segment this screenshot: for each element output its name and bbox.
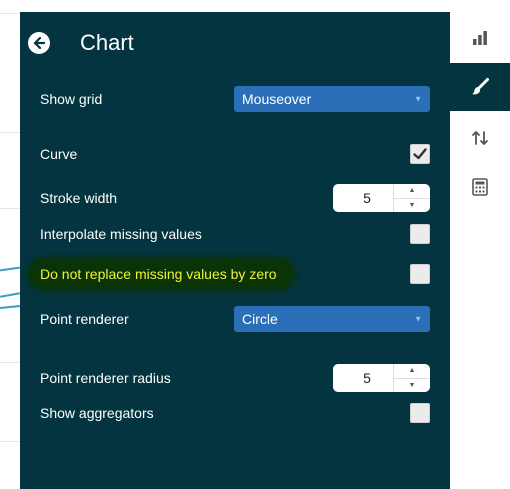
point-renderer-radius-label: Point renderer radius bbox=[40, 370, 171, 386]
point-renderer-radius-value[interactable]: 5 bbox=[333, 364, 393, 392]
point-renderer-radius-stepper[interactable]: 5 ▲ ▼ bbox=[333, 364, 430, 392]
increment-up-icon[interactable]: ▲ bbox=[394, 364, 430, 378]
background-gridline bbox=[0, 441, 20, 442]
calculator-icon bbox=[472, 178, 488, 196]
decrement-down-icon[interactable]: ▼ bbox=[394, 377, 430, 393]
side-toolbar bbox=[450, 12, 510, 489]
back-button[interactable] bbox=[28, 32, 50, 54]
interpolate-missing-label: Interpolate missing values bbox=[40, 226, 202, 242]
background-gridline bbox=[0, 362, 20, 363]
sort-tab[interactable] bbox=[450, 114, 510, 162]
checkmark-icon bbox=[413, 148, 427, 160]
paintbrush-icon bbox=[472, 78, 489, 95]
stroke-width-stepper[interactable]: 5 ▲ ▼ bbox=[333, 184, 430, 212]
panel-title: Chart bbox=[80, 30, 134, 55]
do-not-replace-missing-row: Do not replace missing values by zero bbox=[20, 259, 450, 289]
chevron-down-icon: ▼ bbox=[414, 94, 422, 104]
show-aggregators-checkbox[interactable] bbox=[410, 403, 430, 423]
show-grid-label: Show grid bbox=[40, 91, 103, 107]
decrement-down-icon[interactable]: ▼ bbox=[394, 197, 430, 213]
background-gridline bbox=[0, 208, 20, 209]
background-gridline bbox=[0, 132, 20, 133]
curve-row: Curve bbox=[20, 139, 450, 169]
point-renderer-radius-row: Point renderer radius 5 ▲ ▼ bbox=[20, 363, 450, 393]
stroke-width-label: Stroke width bbox=[40, 190, 118, 206]
arrow-left-icon bbox=[33, 36, 46, 50]
chart-type-tab[interactable] bbox=[450, 14, 510, 62]
show-aggregators-row: Show aggregators bbox=[20, 398, 450, 428]
show-aggregators-label: Show aggregators bbox=[40, 405, 154, 421]
point-renderer-label: Point renderer bbox=[40, 311, 129, 327]
stroke-width-value[interactable]: 5 bbox=[333, 184, 393, 212]
show-grid-value: Mouseover bbox=[242, 91, 312, 107]
sort-arrows-icon bbox=[472, 131, 488, 145]
point-renderer-select[interactable]: Circle ▼ bbox=[234, 306, 430, 332]
stepper-buttons: ▲ ▼ bbox=[393, 184, 430, 212]
interpolate-missing-row: Interpolate missing values bbox=[20, 219, 450, 249]
background-gridline bbox=[0, 13, 20, 14]
show-grid-row: Show grid Mouseover ▼ bbox=[20, 84, 450, 114]
curve-label: Curve bbox=[40, 146, 78, 162]
do-not-replace-missing-checkbox[interactable] bbox=[410, 264, 430, 284]
background-chart-area bbox=[0, 0, 20, 489]
point-renderer-row: Point renderer Circle ▼ bbox=[20, 304, 450, 334]
show-grid-select[interactable]: Mouseover ▼ bbox=[234, 86, 430, 112]
panel-header: Chart bbox=[28, 28, 134, 58]
calculations-tab[interactable] bbox=[450, 163, 510, 211]
curve-checkbox[interactable] bbox=[410, 144, 430, 164]
interpolate-missing-checkbox[interactable] bbox=[410, 224, 430, 244]
increment-up-icon[interactable]: ▲ bbox=[394, 184, 430, 198]
stepper-buttons: ▲ ▼ bbox=[393, 364, 430, 392]
chart-style-tab[interactable] bbox=[450, 63, 510, 111]
stroke-width-row: Stroke width 5 ▲ ▼ bbox=[20, 183, 450, 213]
chevron-down-icon: ▼ bbox=[414, 314, 422, 324]
point-renderer-value: Circle bbox=[242, 311, 278, 327]
chart-settings-panel: Chart Show grid Mouseover ▼ Curve Stroke… bbox=[20, 12, 450, 489]
do-not-replace-missing-label: Do not replace missing values by zero bbox=[30, 260, 293, 288]
bar-chart-icon bbox=[473, 31, 487, 45]
